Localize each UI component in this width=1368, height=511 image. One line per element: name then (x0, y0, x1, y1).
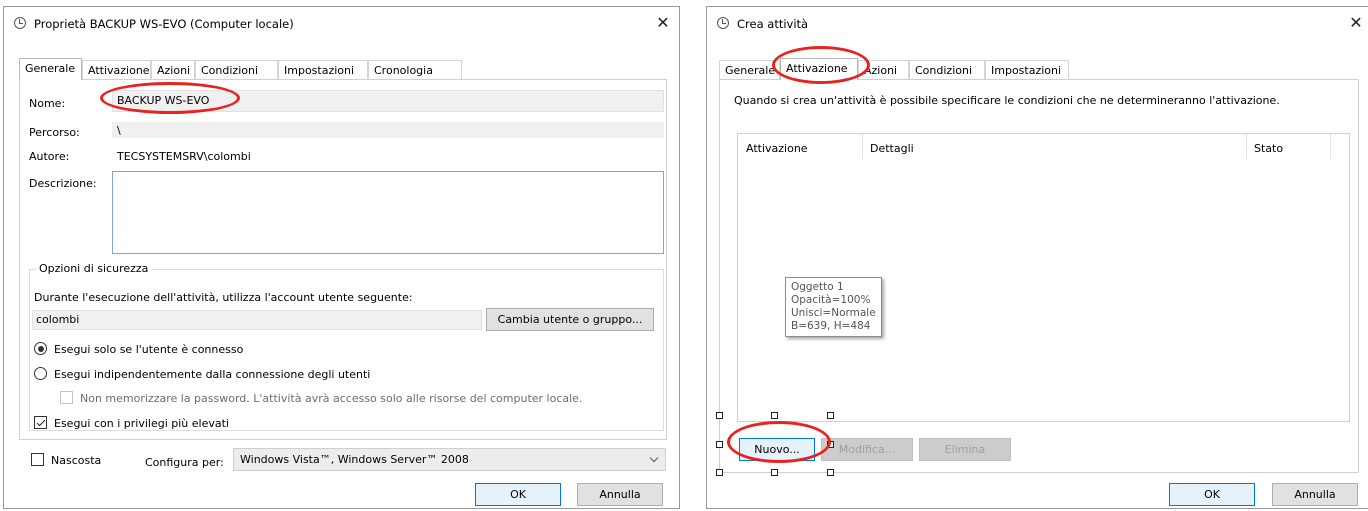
layer-info-tooltip: Oggetto 1 Opacità=100% Unisci=Normale B=… (785, 277, 882, 337)
selection-handle[interactable] (827, 412, 834, 419)
selection-handle[interactable] (827, 469, 834, 476)
security-options-group: Opzioni di sicurezza Durante l'esecuzion… (29, 262, 664, 431)
tooltip-line: Oggetto 1 (791, 281, 844, 293)
ok-button[interactable]: OK (1169, 483, 1255, 506)
clock-icon (14, 17, 26, 29)
column-separator (1246, 134, 1247, 159)
tab-condizioni[interactable]: Condizioni (909, 60, 985, 79)
title-bar: Crea attività ✕ (707, 7, 1368, 39)
radio-run-any-user[interactable] (34, 367, 47, 380)
cancel-button[interactable]: Annulla (1272, 483, 1358, 506)
triggers-description: Quando si crea un'attività è possibile s… (734, 94, 1280, 107)
tab-impostazioni[interactable]: Impostazioni (278, 60, 368, 79)
selection-handle[interactable] (771, 469, 778, 476)
tooltip-line: Unisci=Normale (791, 307, 876, 319)
configure-select-value: Windows Vista™, Windows Server™ 2008 (240, 453, 469, 466)
tab-attivazione[interactable]: Attivazione (780, 58, 858, 80)
no-store-password-label: Non memorizzare la password. L'attività … (80, 392, 583, 405)
general-tab-panel: Nome: BACKUP WS-EVO Percorso: \ Autore: … (19, 79, 667, 440)
chevron-down-icon (649, 453, 659, 463)
title-bar: Proprietà BACKUP WS-EVO (Computer locale… (4, 7, 679, 39)
tooltip-line: B=639, H=484 (791, 320, 871, 332)
selection-handle[interactable] (716, 412, 723, 419)
account-prompt: Durante l'esecuzione dell'attività, util… (34, 291, 413, 304)
descrizione-label: Descrizione: (29, 177, 97, 190)
autore-value: TECSYSTEMSRV\colombi (117, 150, 251, 163)
selection-handle[interactable] (716, 441, 723, 448)
security-legend: Opzioni di sicurezza (36, 262, 152, 275)
radio-run-any-user-label: Esegui indipendentemente dalla connessio… (54, 368, 371, 381)
tab-strip: Generale Attivazione Azioni Condizioni I… (719, 58, 1099, 80)
ok-button[interactable]: OK (475, 483, 561, 506)
percorso-value: \ (112, 122, 664, 138)
configure-select[interactable]: Windows Vista™, Windows Server™ 2008 (233, 448, 666, 471)
clock-icon (717, 17, 729, 29)
nome-label: Nome: (29, 97, 66, 110)
edit-trigger-button[interactable]: Modifica... (821, 438, 913, 461)
tab-attivazione[interactable]: Attivazione (82, 60, 151, 79)
tab-azioni[interactable]: Azioni (151, 60, 195, 79)
triggers-tab-panel: Quando si crea un'attività è possibile s… (719, 79, 1359, 473)
tab-impostazioni[interactable]: Impostazioni (985, 60, 1069, 79)
column-dettagli[interactable]: Dettagli (870, 142, 914, 155)
column-attivazione[interactable]: Attivazione (746, 142, 808, 155)
window-title: Crea attività (737, 17, 809, 31)
selection-handle[interactable] (827, 441, 834, 448)
tab-generale[interactable]: Generale (19, 58, 82, 80)
change-user-button[interactable]: Cambia utente o gruppo... (486, 308, 654, 331)
close-button[interactable]: ✕ (1343, 11, 1368, 35)
radio-run-logged-on-label: Esegui solo se l'utente è connesso (54, 343, 244, 356)
column-separator (862, 134, 863, 159)
tab-condizioni[interactable]: Condizioni (195, 60, 278, 79)
column-stato[interactable]: Stato (1254, 142, 1283, 155)
descrizione-textarea[interactable] (112, 171, 664, 254)
new-trigger-button[interactable]: Nuovo... (739, 438, 815, 461)
column-separator (1330, 134, 1331, 159)
delete-trigger-button[interactable]: Elimina (919, 438, 1011, 461)
configure-label: Configura per: (145, 456, 224, 469)
nome-field[interactable]: BACKUP WS-EVO (112, 90, 664, 112)
create-task-dialog: Crea attività ✕ Generale Attivazione Azi… (706, 6, 1368, 509)
radio-run-logged-on[interactable] (34, 342, 47, 355)
hidden-checkbox[interactable] (31, 453, 44, 466)
tab-cronologia[interactable]: Cronologia (368, 60, 462, 79)
autore-label: Autore: (29, 150, 70, 163)
account-field: colombi (32, 310, 482, 330)
highest-privileges-label: Esegui con i privilegi più elevati (54, 417, 229, 430)
close-button[interactable]: ✕ (650, 11, 676, 35)
highest-privileges-checkbox[interactable] (34, 416, 47, 429)
window-title: Proprietà BACKUP WS-EVO (Computer locale… (34, 17, 294, 31)
selection-handle[interactable] (716, 469, 723, 476)
tooltip-line: Opacità=100% (791, 294, 871, 306)
task-properties-dialog: Proprietà BACKUP WS-EVO (Computer locale… (3, 6, 680, 509)
tab-strip: Generale Attivazione Azioni Condizioni I… (19, 58, 659, 80)
tab-generale[interactable]: Generale (719, 60, 780, 79)
percorso-label: Percorso: (29, 126, 80, 139)
tab-azioni[interactable]: Azioni (858, 60, 909, 79)
no-store-password-checkbox[interactable] (60, 391, 73, 404)
cancel-button[interactable]: Annulla (577, 483, 663, 506)
hidden-label: Nascosta (51, 454, 102, 467)
selection-handle[interactable] (771, 412, 778, 419)
